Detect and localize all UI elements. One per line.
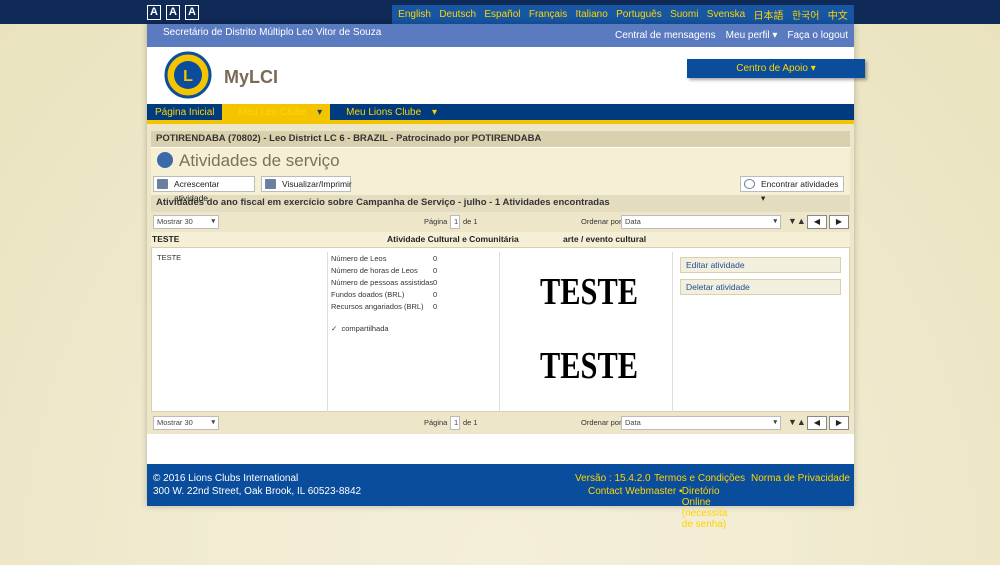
sort-direction-icon[interactable]: ▼▲	[788, 417, 806, 427]
directory-link[interactable]: ▪ Diretório Online (necessita de senha)	[679, 486, 727, 530]
contact-link[interactable]: Contact Webmaster	[588, 486, 676, 497]
stats-column: Número de Leos 0 Número de horas de Leos 0…	[327, 252, 499, 412]
font-size-medium-button[interactable]: A	[166, 5, 180, 20]
language-menu: English Deutsch Español Français Italian…	[392, 5, 854, 24]
prev-page-button[interactable]: ◀	[807, 215, 827, 229]
activity-name[interactable]: TESTE	[152, 234, 179, 244]
lang-link[interactable]: Español	[484, 9, 520, 20]
font-size-large-button[interactable]: A	[185, 5, 199, 20]
activity-header: TESTE Atividade Cultural e Comunitária a…	[151, 232, 850, 247]
find-activities-button[interactable]: Encontrar atividades ▾	[740, 176, 844, 203]
lang-link[interactable]: 한국어	[792, 7, 820, 22]
top-bar: A A A English Deutsch Español Français I…	[0, 0, 1000, 24]
nav-my-lions-club[interactable]: Meu Lions Clube ▾	[330, 104, 445, 120]
lang-link[interactable]: English	[398, 9, 431, 20]
main-container: Secretário de Distrito Múltiplo Leo Vito…	[147, 24, 865, 506]
page-title: Atividades de serviço	[179, 151, 340, 170]
print-icon	[265, 179, 276, 189]
add-activity-button[interactable]: Acrescentar atividade	[153, 176, 255, 203]
club-info: POTIRENDABA (70802) - Leo District LC 6 …	[151, 131, 850, 147]
activity-row: TESTE Número de Leos 0 Número de horas de…	[151, 247, 850, 412]
shared-status: ✓ compartilhada	[331, 324, 389, 333]
service-icon	[157, 152, 173, 168]
lang-link[interactable]: 中文	[828, 7, 848, 22]
svg-text:L: L	[183, 68, 193, 85]
lang-link[interactable]: 日本語	[753, 7, 783, 22]
district-title: Secretário de Distrito Múltiplo Leo Vito…	[163, 27, 382, 38]
lang-link[interactable]: Français	[529, 9, 567, 20]
results-info: Atividades do ano fiscal em exercício so…	[151, 195, 850, 212]
delete-activity-button[interactable]: Deletar atividade	[680, 279, 841, 295]
address: 300 W. 22nd Street, Oak Brook, IL 60523-…	[153, 486, 362, 497]
show-select[interactable]: Mostrar 30 ▾	[153, 215, 219, 229]
pager-top: Mostrar 30 ▾ Página 1 de 1 Ordenar por Da…	[151, 212, 850, 232]
support-center-button[interactable]: Centro de Apoio ▾	[687, 59, 865, 78]
profile-menu[interactable]: Meu perfil ▾	[726, 30, 778, 41]
next-page-button[interactable]: ▶	[829, 416, 849, 430]
copyright: © 2016 Lions Clubs International	[153, 473, 299, 484]
image-text: TESTE	[540, 271, 639, 313]
order-select[interactable]: Data ▾	[621, 215, 781, 229]
footer: © 2016 Lions Clubs International 300 W. …	[147, 464, 854, 530]
next-page-button[interactable]: ▶	[829, 215, 849, 229]
nav-my-leo-club[interactable]: Meu Leo Clube ▾	[222, 104, 331, 120]
activity-image: TESTE TESTE	[499, 252, 673, 412]
nav-home[interactable]: Página Inicial	[147, 104, 222, 120]
page-input[interactable]: 1	[450, 416, 460, 430]
order-select[interactable]: Data ▾	[621, 416, 781, 430]
messages-link[interactable]: Central de mensagens	[615, 30, 716, 41]
lang-link[interactable]: Italiano	[576, 9, 608, 20]
lang-link[interactable]: Português	[616, 9, 662, 20]
header-strip: Secretário de Distrito Múltiplo Leo Vito…	[147, 24, 854, 47]
privacy-link[interactable]: Norma de Privacidade	[751, 473, 850, 484]
activity-category: Atividade Cultural e Comunitária	[387, 234, 519, 244]
lang-link[interactable]: Deutsch	[439, 9, 476, 20]
font-size-small-button[interactable]: A	[147, 5, 161, 20]
add-icon	[157, 179, 168, 189]
page-input[interactable]: 1	[450, 215, 460, 229]
lang-link[interactable]: Svenska	[707, 9, 745, 20]
main-nav: Página Inicial Meu Leo Clube ▾ Meu Lions…	[147, 104, 854, 124]
version: Versão : 15.4.2.0	[575, 473, 651, 484]
pager-bottom: Mostrar 30 ▾ Página 1 de 1 Ordenar por Da…	[151, 412, 850, 432]
lang-link[interactable]: Suomi	[670, 9, 698, 20]
show-select[interactable]: Mostrar 30 ▾	[153, 416, 219, 430]
activity-type: arte / evento cultural	[563, 234, 647, 244]
search-icon	[744, 179, 755, 189]
logout-link[interactable]: Faça o logout	[787, 30, 848, 41]
prev-page-button[interactable]: ◀	[807, 416, 827, 430]
activity-description: TESTE	[157, 253, 182, 262]
terms-link[interactable]: Termos e Condições	[654, 473, 745, 484]
edit-activity-button[interactable]: Editar atividade	[680, 257, 841, 273]
lions-logo-icon: L	[164, 51, 212, 99]
app-name: MyLCI	[224, 67, 278, 87]
image-text: TESTE	[540, 345, 639, 387]
sort-direction-icon[interactable]: ▼▲	[788, 216, 806, 226]
print-button[interactable]: Visualizar/Imprimir	[261, 176, 352, 192]
